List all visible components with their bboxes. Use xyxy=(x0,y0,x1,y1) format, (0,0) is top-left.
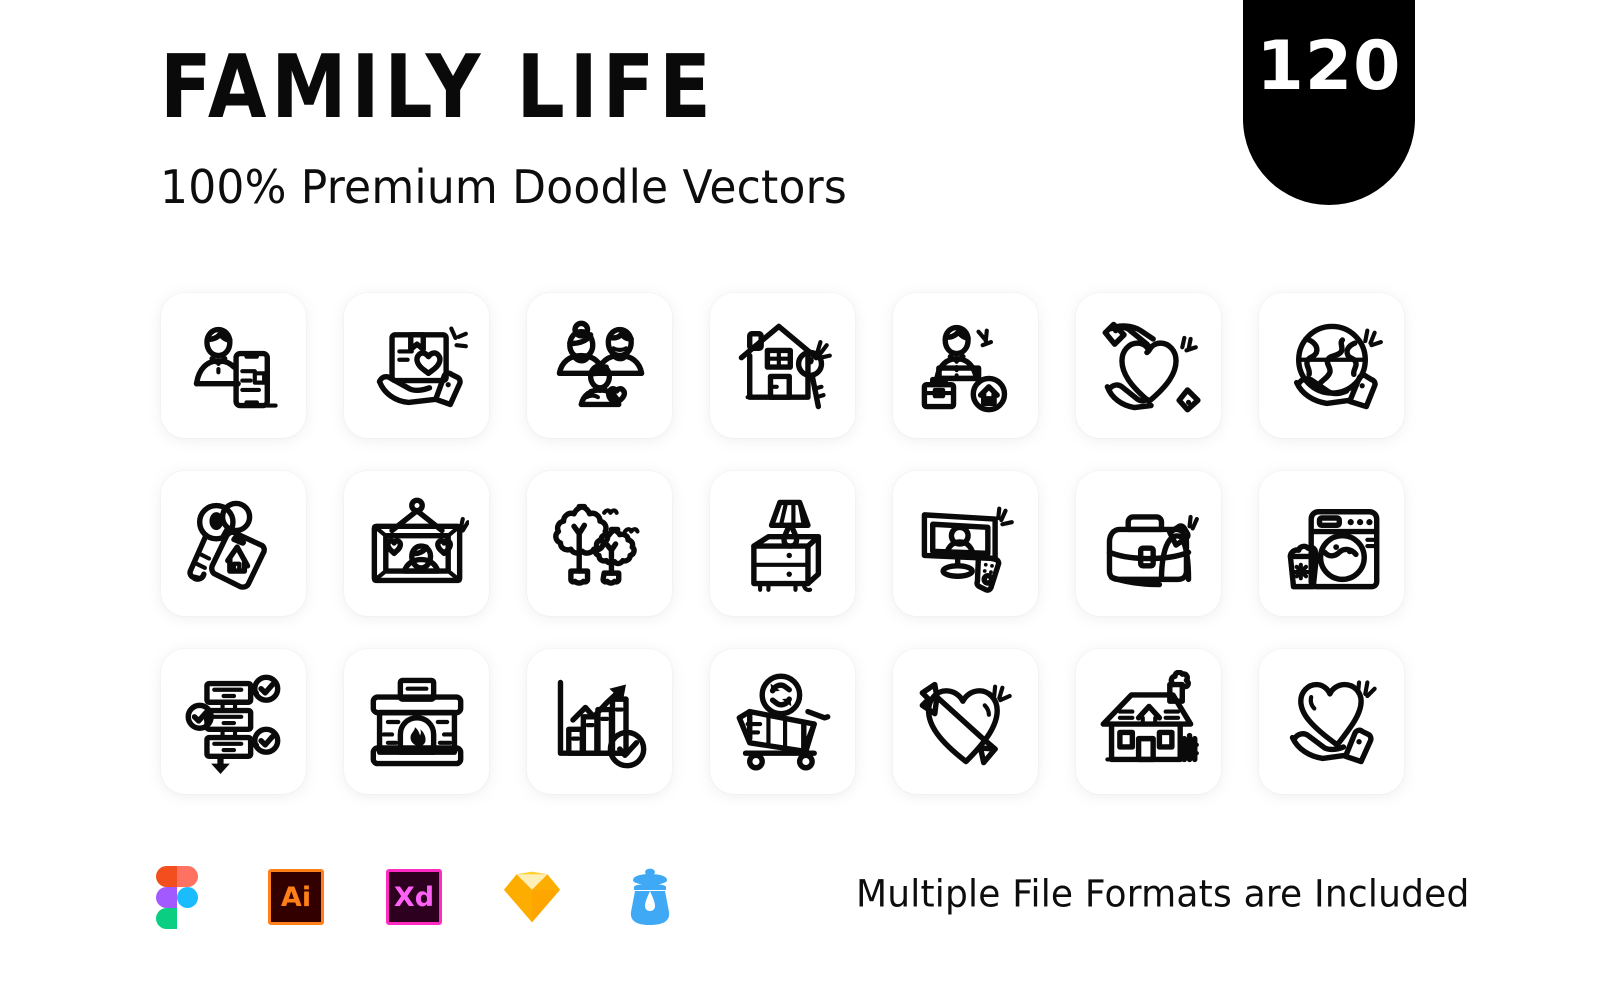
figma-icon xyxy=(156,866,200,929)
icon-card-hand-holding-heart[interactable] xyxy=(1259,649,1404,794)
icon-card-hand-holding-globe[interactable] xyxy=(1259,293,1404,438)
hands-holding-heart-icon xyxy=(1102,321,1201,412)
icon-card-television-remote[interactable] xyxy=(893,471,1038,616)
shopping-cart-refresh-icon xyxy=(736,673,830,770)
workflow-checklist-icon xyxy=(185,674,280,774)
figma-shape-bottom-left xyxy=(156,908,177,929)
fireplace-icon xyxy=(370,677,463,766)
count-badge: 120 xyxy=(1243,0,1415,205)
icon-card-heart-with-arrow[interactable] xyxy=(893,649,1038,794)
format-illustrator[interactable]: Ai xyxy=(268,869,324,925)
inkscape-icon xyxy=(630,868,670,925)
icon-card-family-parents-child[interactable] xyxy=(527,293,672,438)
formats-note: Multiple File Formats are Included xyxy=(856,873,1470,916)
icon-card-house-with-key[interactable] xyxy=(710,293,855,438)
sketch-icon xyxy=(504,871,560,923)
format-inkscape[interactable] xyxy=(622,868,678,925)
washing-machine-laundry-icon xyxy=(1287,508,1379,589)
poster-page: FAMILY LIFE 100% Premium Doodle Vectors … xyxy=(0,0,1600,1000)
format-sketch[interactable] xyxy=(504,869,560,925)
icon-card-trees-with-birds[interactable] xyxy=(527,471,672,616)
nightstand-lamp-icon xyxy=(750,499,821,592)
house-chimney-fence-icon xyxy=(1100,669,1199,762)
work-life-balance-icon xyxy=(921,324,1007,412)
icon-card-person-with-smartphone[interactable] xyxy=(161,293,306,438)
illustrator-icon: Ai xyxy=(268,869,324,925)
heart-with-arrow-icon xyxy=(919,681,1012,765)
icon-card-house-chimney-fence[interactable] xyxy=(1076,649,1221,794)
file-format-list: Ai Xd xyxy=(150,866,678,929)
family-parents-child-icon xyxy=(556,320,644,407)
icon-card-hands-holding-heart[interactable] xyxy=(1076,293,1221,438)
icon-card-workflow-checklist[interactable] xyxy=(161,649,306,794)
hand-holding-parcel-heart-icon xyxy=(376,325,468,407)
hand-holding-globe-icon xyxy=(1293,323,1383,409)
figma-shape-top-left xyxy=(156,866,177,887)
page-subtitle: 100% Premium Doodle Vectors xyxy=(160,160,848,215)
footer: Ai Xd Multiple File Formats are Included xyxy=(0,855,1600,965)
television-remote-icon xyxy=(921,506,1014,593)
format-xd[interactable]: Xd xyxy=(386,869,442,925)
format-figma[interactable] xyxy=(150,866,206,929)
person-with-smartphone-icon xyxy=(193,326,278,408)
figma-shape-top-right xyxy=(177,866,198,887)
house-keys-tag-icon xyxy=(186,500,267,590)
hand-holding-heart-icon xyxy=(1289,679,1377,764)
icon-card-house-keys-tag[interactable] xyxy=(161,471,306,616)
figma-shape-mid-left xyxy=(156,887,177,908)
icon-card-briefcase-bag[interactable] xyxy=(1076,471,1221,616)
family-photo-frame-icon xyxy=(371,497,469,583)
icon-card-nightstand-lamp[interactable] xyxy=(710,471,855,616)
icon-card-work-life-balance[interactable] xyxy=(893,293,1038,438)
icon-card-washing-machine-laundry[interactable] xyxy=(1259,471,1404,616)
icon-grid xyxy=(161,293,1404,794)
page-title: FAMILY LIFE xyxy=(160,37,716,139)
icon-card-growth-chart-check[interactable] xyxy=(527,649,672,794)
count-badge-value: 120 xyxy=(1256,27,1402,106)
growth-chart-check-icon xyxy=(557,679,646,768)
icon-card-shopping-cart-refresh[interactable] xyxy=(710,649,855,794)
icon-card-family-photo-frame[interactable] xyxy=(344,471,489,616)
figma-shape-mid-right xyxy=(177,887,198,908)
xd-icon: Xd xyxy=(386,869,442,925)
icon-card-hand-holding-parcel-heart[interactable] xyxy=(344,293,489,438)
briefcase-bag-icon xyxy=(1106,513,1199,587)
house-with-key-icon xyxy=(738,323,832,409)
trees-with-birds-icon xyxy=(552,503,640,586)
icon-card-fireplace[interactable] xyxy=(344,649,489,794)
